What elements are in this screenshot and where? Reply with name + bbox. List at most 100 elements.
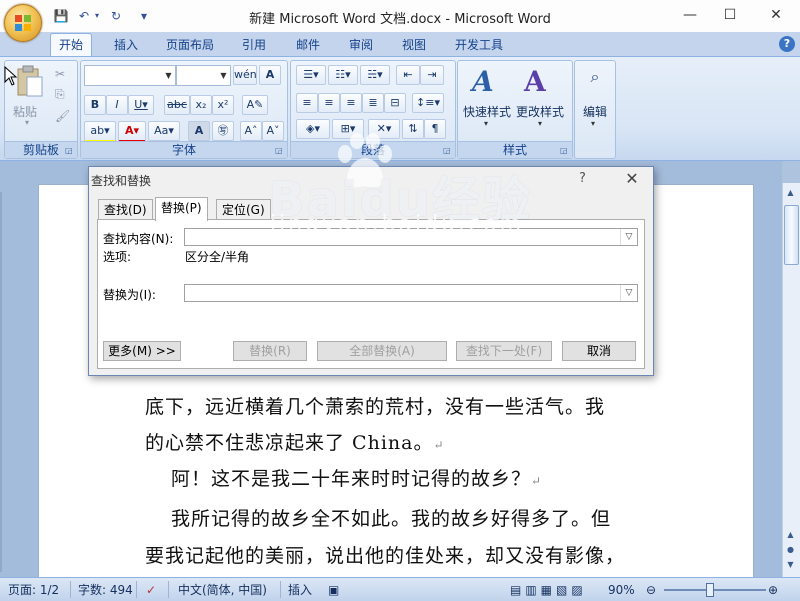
find-label: 查找内容(N):: [103, 232, 174, 246]
italic-icon[interactable]: I: [106, 95, 128, 115]
clear-formatting-icon[interactable]: A✎: [242, 95, 268, 115]
next-page-icon[interactable]: ▼: [784, 558, 797, 572]
font-group: ▼ ▼ wén A B I U▾ abc x₂ x² A✎ ab▾ A▾ Aa▾…: [80, 60, 288, 159]
enclose-char-icon[interactable]: ㊢: [212, 121, 234, 141]
shrink-font-icon[interactable]: A˅: [262, 121, 284, 141]
replace-button[interactable]: 替换(R): [233, 341, 307, 361]
numbering-icon[interactable]: ☷▾: [328, 65, 358, 85]
chevron-down-icon[interactable]: ▽: [620, 285, 637, 301]
change-case-icon[interactable]: Aa▾: [148, 121, 180, 141]
macro-record-icon[interactable]: ▣: [328, 582, 339, 598]
scroll-thumb[interactable]: [784, 205, 799, 265]
sort-icon[interactable]: ⇅: [402, 119, 424, 139]
minimize-button[interactable]: —: [678, 5, 702, 25]
view-buttons[interactable]: ▤▥▦▧▨: [510, 582, 587, 598]
tab-home[interactable]: 开始: [50, 33, 93, 56]
styles-group: A A 快速样式 更改样式 ▾ ▾ 样式 ◲: [457, 60, 573, 159]
tab-view[interactable]: 视图: [394, 34, 434, 56]
align-right-icon[interactable]: ≡: [340, 93, 362, 113]
maximize-button[interactable]: ☐: [718, 5, 742, 25]
chinese-layout-icon[interactable]: ✕▾: [368, 119, 400, 139]
show-marks-icon[interactable]: ¶: [424, 119, 446, 139]
dialog-close-button[interactable]: ✕: [621, 168, 643, 190]
tab-insert[interactable]: 插入: [106, 34, 146, 56]
align-left-icon[interactable]: ≡: [296, 93, 318, 113]
tab-developer[interactable]: 开发工具: [447, 34, 511, 56]
replace-input[interactable]: ▽: [184, 284, 638, 302]
font-size-combo[interactable]: ▼: [176, 65, 231, 86]
superscript-icon[interactable]: x²: [212, 95, 234, 115]
tab-page-layout[interactable]: 页面布局: [158, 34, 222, 56]
copy-icon[interactable]: ⎘: [55, 87, 65, 102]
tab-review[interactable]: 审阅: [341, 34, 381, 56]
decrease-indent-icon[interactable]: ⇤: [396, 65, 420, 85]
underline-icon[interactable]: U▾: [128, 95, 154, 115]
grow-font-icon[interactable]: A˄: [240, 121, 262, 141]
change-styles-button[interactable]: 更改样式: [516, 103, 564, 120]
tab-goto[interactable]: 定位(G): [216, 199, 271, 220]
proofing-icon[interactable]: ✓: [146, 582, 156, 598]
tab-mailings[interactable]: 邮件: [288, 34, 328, 56]
replace-all-button[interactable]: 全部替换(A): [317, 341, 447, 361]
font-color-icon[interactable]: A▾: [118, 121, 146, 143]
justify-icon[interactable]: ≣: [362, 93, 384, 113]
paragraph-launcher-icon[interactable]: ◲: [443, 146, 452, 155]
font-name-combo[interactable]: ▼: [84, 65, 176, 86]
styles-launcher-icon[interactable]: ◲: [560, 146, 569, 155]
prev-page-icon[interactable]: ▲: [784, 528, 797, 542]
zoom-level[interactable]: 90%: [608, 582, 635, 598]
shading-icon[interactable]: ◈▾: [296, 119, 330, 139]
browse-object-icon[interactable]: ●: [784, 543, 797, 557]
change-styles-icon[interactable]: A: [524, 65, 546, 98]
quick-styles-button[interactable]: 快速样式: [463, 103, 511, 120]
cancel-button[interactable]: 取消: [562, 341, 636, 361]
align-center-icon[interactable]: ≡: [318, 93, 340, 113]
paste-dropdown-icon[interactable]: ▾: [25, 118, 29, 127]
tab-find[interactable]: 查找(D): [98, 199, 153, 220]
page-count[interactable]: 页面: 1/2: [8, 582, 59, 598]
chevron-down-icon[interactable]: ▽: [620, 229, 637, 245]
char-shading-icon[interactable]: A: [188, 121, 210, 141]
paste-icon[interactable]: [15, 65, 45, 99]
strikethrough-icon[interactable]: abc: [164, 95, 190, 115]
help-icon[interactable]: ?: [779, 36, 795, 52]
cut-icon[interactable]: ✂: [55, 67, 65, 81]
zoom-out-icon[interactable]: ⊖: [646, 582, 656, 598]
borders-icon[interactable]: ⊞▾: [332, 119, 364, 139]
language-status[interactable]: 中文(简体, 中国): [178, 582, 267, 598]
bold-icon[interactable]: B: [84, 95, 106, 115]
close-button[interactable]: ✕: [764, 5, 788, 25]
distributed-icon[interactable]: ⊟: [384, 93, 406, 113]
zoom-slider[interactable]: [664, 583, 766, 597]
format-painter-icon[interactable]: 🖌: [55, 109, 70, 123]
multilevel-list-icon[interactable]: ☵▾: [360, 65, 390, 85]
options-value: 区分全/半角: [185, 250, 250, 264]
tab-references[interactable]: 引用: [234, 34, 274, 56]
zoom-slider-thumb[interactable]: [706, 583, 715, 597]
binoculars-icon[interactable]: ⌕: [583, 65, 607, 89]
char-border-icon[interactable]: A: [259, 65, 281, 85]
increase-indent-icon[interactable]: ⇥: [420, 65, 444, 85]
find-input[interactable]: ▽: [184, 228, 638, 246]
highlight-icon[interactable]: ab▾: [84, 121, 116, 143]
find-next-button[interactable]: 查找下一处(F): [456, 341, 552, 361]
quick-styles-icon[interactable]: A: [472, 65, 494, 98]
dialog-help-button[interactable]: ?: [579, 171, 586, 186]
zoom-in-icon[interactable]: ⊕: [768, 582, 778, 598]
left-edge: [0, 192, 2, 572]
tab-replace[interactable]: 替换(P): [155, 197, 208, 221]
subscript-icon[interactable]: x₂: [190, 95, 212, 115]
doc-line: 的心禁不住悲凉起来了 China。↵: [145, 428, 445, 455]
font-launcher-icon[interactable]: ◲: [275, 146, 284, 155]
line-spacing-icon[interactable]: ↕≡▾: [412, 93, 444, 113]
editing-button[interactable]: 编辑: [583, 103, 607, 120]
phonetic-guide-icon[interactable]: wén: [233, 65, 257, 85]
more-button[interactable]: 更多(M) >>: [103, 341, 181, 361]
insert-mode[interactable]: 插入: [288, 582, 312, 598]
font-format-row: B I U▾ abc x₂ x² A✎: [84, 95, 284, 115]
word-count[interactable]: 字数: 494: [78, 582, 133, 598]
office-button[interactable]: [4, 4, 42, 42]
clipboard-launcher-icon[interactable]: ◲: [65, 146, 74, 155]
bullets-icon[interactable]: ☰▾: [296, 65, 326, 85]
scroll-up-icon[interactable]: ▲: [784, 186, 797, 200]
